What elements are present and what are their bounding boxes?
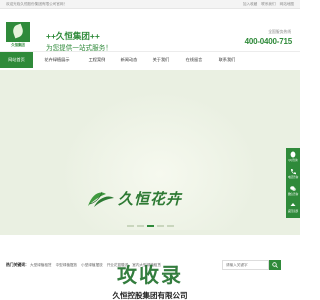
- nav-item-home[interactable]: 网站首页: [0, 52, 33, 68]
- hotline-label: 全国服务热线: [268, 30, 291, 34]
- slider-dots: [0, 225, 300, 231]
- hotline-number: 400-0400-715: [244, 37, 293, 46]
- banner-glow: [60, 90, 260, 230]
- back-to-top-label: 返回顶部: [287, 210, 299, 213]
- brand-name: ++久恒集团++: [46, 31, 100, 41]
- watermark-overlay: 攻收录: [117, 265, 183, 287]
- top-bar: 欢迎光临久恒股份集团有限公司官网！ 加入收藏 联系我们 网站地图: [0, 0, 300, 9]
- contact-link[interactable]: 联系我们: [261, 2, 275, 6]
- top-icon: [290, 203, 296, 206]
- company-name: 久恒控股集团有限公司: [112, 291, 188, 300]
- nav-item-news[interactable]: 新闻动态: [113, 52, 145, 68]
- phone-consult-button[interactable]: 电话咨询: [286, 165, 300, 182]
- slider-dot[interactable]: [126, 225, 134, 227]
- slider-dot[interactable]: [156, 225, 164, 227]
- phone-consult-label: 电话咨询: [287, 176, 299, 179]
- logo[interactable]: 久恒集团: [6, 22, 30, 49]
- slider-dot[interactable]: [136, 225, 144, 227]
- slider-dot[interactable]: [166, 225, 174, 227]
- sitemap-link[interactable]: 网站地图: [280, 2, 294, 6]
- nav-item-plants[interactable]: 花卉绿植展示: [37, 52, 77, 68]
- wechat-consult-button[interactable]: 微信咨询: [286, 182, 300, 199]
- logo-text: 久恒集团: [11, 43, 25, 47]
- nav-item-message[interactable]: 在线留言: [178, 52, 210, 68]
- phone-icon: [291, 169, 296, 175]
- banner-calligraphy: 久恒花卉: [118, 190, 183, 208]
- welcome-text: 欢迎光临久恒股份集团有限公司官网！: [6, 2, 68, 6]
- top-links: 加入收藏 联系我们 网站地图: [240, 2, 294, 7]
- nav-item-cases[interactable]: 工程案例: [81, 52, 113, 68]
- wechat-consult-label: 微信咨询: [287, 193, 299, 196]
- qq-consult-label: QQ咨询: [288, 159, 298, 162]
- wechat-icon: [290, 186, 296, 191]
- main-nav: 网站首页 花卉绿植展示 工程案例 新闻动态 关于我们 在线留言 联系我们: [0, 51, 300, 68]
- qq-consult-button[interactable]: QQ咨询: [286, 148, 300, 165]
- nav-item-contact[interactable]: 联系我们: [211, 52, 243, 68]
- back-to-top-button[interactable]: 返回顶部: [286, 199, 300, 216]
- qq-icon: [290, 151, 296, 158]
- slider-dot-active[interactable]: [146, 225, 154, 227]
- floating-contact-bar: QQ咨询 电话咨询 微信咨询 返回顶部: [286, 148, 300, 218]
- site-header: 久恒集团 ++久恒集团++ 为您提供一站式服务！ 全国服务热线 400-0400…: [0, 9, 300, 52]
- hero-banner[interactable]: 久恒花卉: [0, 70, 300, 235]
- add-favorite-link[interactable]: 加入收藏: [243, 2, 257, 6]
- leaf-cluster-icon: [88, 191, 114, 207]
- nav-item-about[interactable]: 关于我们: [145, 52, 177, 68]
